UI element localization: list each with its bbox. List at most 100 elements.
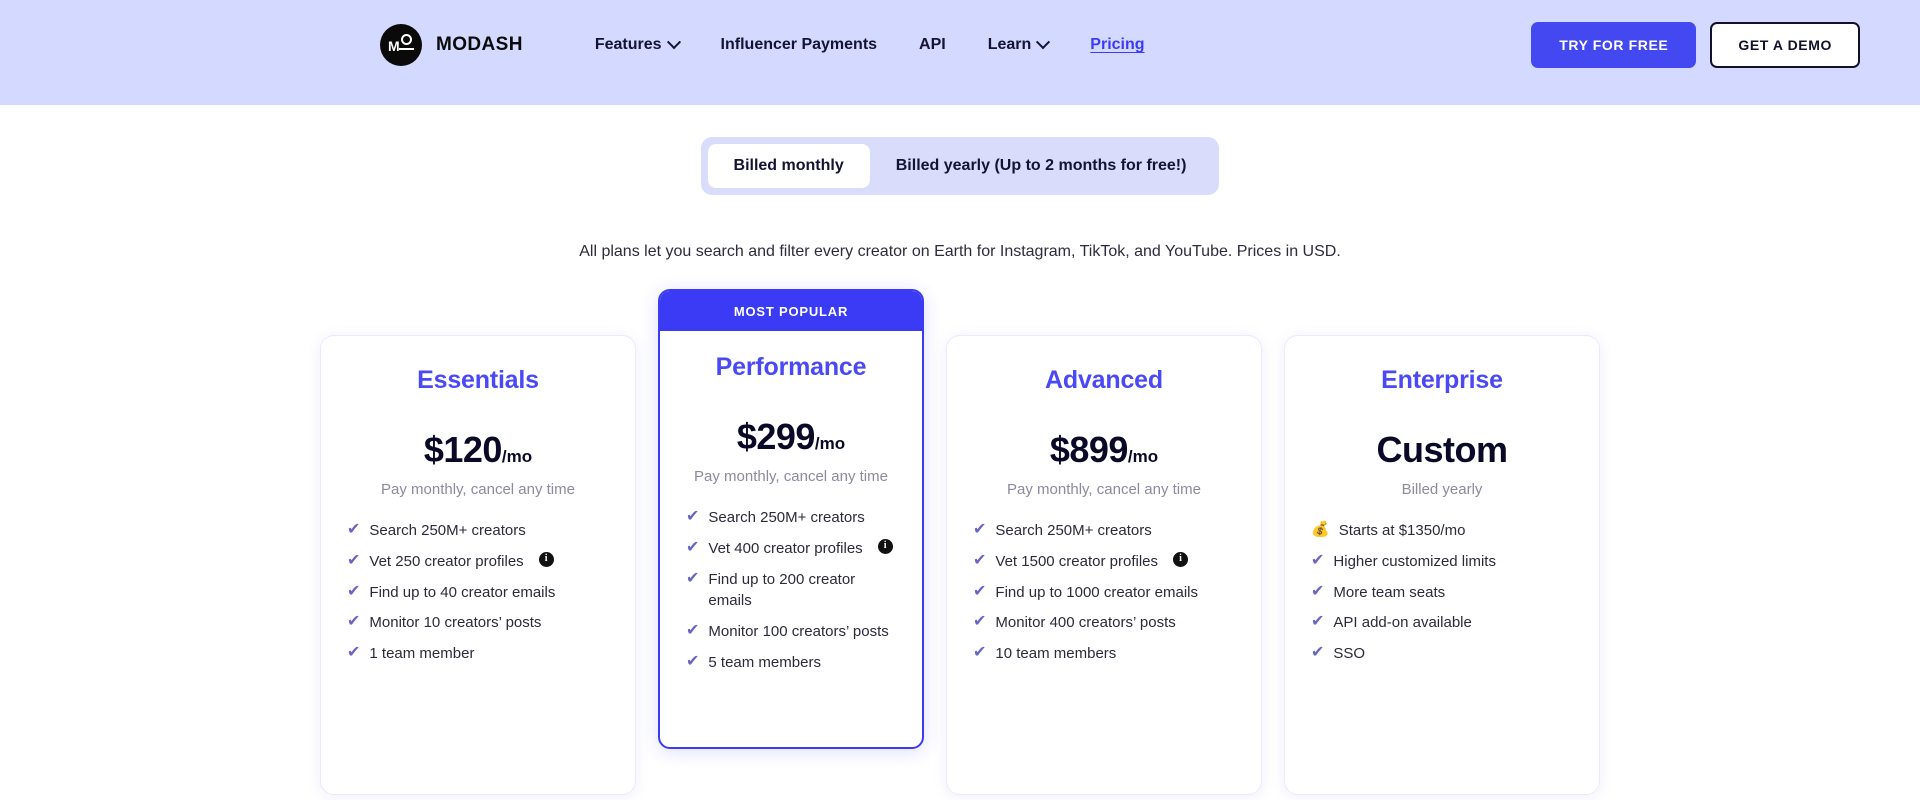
list-item: ✔ Find up to 40 creator emails [347,582,609,604]
plan-price-suffix: /mo [814,434,846,453]
plan-price-amount: Custom [1376,429,1509,470]
plan-name: Advanced [1045,366,1163,394]
feature-text: API add-on available [1333,614,1472,632]
list-item: 💰 Starts at $1350/mo [1311,520,1573,542]
check-icon: ✔ [1311,582,1325,600]
plan-price-note: Pay monthly, cancel any time [694,468,888,485]
nav-item-label: Influencer Payments [720,36,878,53]
modash-logo-icon: M [380,24,422,66]
pricing-card-enterprise: Enterprise Custom Billed yearly 💰 Starts… [1284,335,1600,795]
logo-letter-m: M [388,38,400,54]
check-icon: ✔ [1311,644,1325,661]
plan-price-note: Pay monthly, cancel any time [1007,481,1201,498]
header-actions: TRY FOR FREE GET A DEMO [1531,22,1860,68]
feature-text: Search 250M+ creators [369,522,526,539]
nav-item-features[interactable]: Features [594,30,681,60]
check-icon: ✔ [1311,613,1325,631]
info-icon[interactable]: i [1173,551,1189,567]
nav-item-learn[interactable]: Learn [987,30,1051,60]
check-icon: ✔ [973,582,987,600]
plan-price-suffix: /mo [1127,447,1159,466]
list-item: ✔ API add-on available [1311,612,1573,634]
main-nav: Features Influencer Payments API Learn P… [595,30,1531,60]
plan-price: $120/mo [347,429,609,471]
billing-period-toggle: Billed monthly Billed yearly (Up to 2 mo… [700,137,1220,195]
feature-text: Search 250M+ creators [995,522,1152,539]
toggle-billed-monthly[interactable]: Billed monthly [707,144,870,188]
plan-price: $899/mo [973,429,1235,471]
check-icon: ✔ [973,613,987,631]
list-item: ✔ Search 250M+ creators [686,507,896,529]
feature-text: Monitor 400 creators’ posts [995,614,1176,632]
feature-text: Find up to 40 creator emails [369,583,556,601]
money-bag-icon: 💰 [1311,521,1330,538]
list-item: ✔ Search 250M+ creators [347,520,609,542]
list-item: ✔ Higher customized limits [1311,551,1573,573]
list-item: ✔ Monitor 10 creators’ posts [347,612,609,634]
nav-item-influencer-payments[interactable]: Influencer Payments [721,30,878,60]
pricing-card-essentials: Essentials $120/mo Pay monthly, cancel a… [320,335,636,795]
nav-item-label: Features [594,36,662,53]
feature-text: Find up to 1000 creator emails [995,583,1199,601]
plan-price-suffix: /mo [501,447,533,466]
brand-logo[interactable]: M MODASH [380,24,523,66]
feature-text: Monitor 100 creators’ posts [708,623,889,640]
brand-name: MODASH [436,34,523,55]
list-item: ✔ Vet 400 creator profiles i [686,538,896,560]
most-popular-badge: MOST POPULAR [660,291,922,331]
plan-price-note: Billed yearly [1401,481,1483,498]
info-icon[interactable]: i [538,551,554,567]
chevron-down-icon [1036,35,1051,50]
feature-text: Starts at $1350/mo [1338,522,1466,539]
check-icon: ✔ [347,644,361,661]
plan-price-amount: $120 [423,429,503,470]
feature-text: Higher customized limits [1333,552,1496,570]
toggle-billed-yearly[interactable]: Billed yearly (Up to 2 months for free!) [870,144,1213,188]
plan-name: Performance [715,353,867,381]
check-icon: ✔ [347,613,361,631]
feature-text: Vet 250 creator profiles [369,552,524,570]
header-inner: M MODASH Features Influencer Payments AP… [0,14,1920,76]
feature-text: Find up to 200 creator emails [708,570,856,610]
list-item: ✔ 5 team members [686,652,896,674]
check-icon: ✔ [686,622,700,639]
feature-text: Vet 1500 creator profiles [995,552,1159,570]
nav-item-label: Pricing [1090,36,1145,53]
site-header: M MODASH Features Influencer Payments AP… [0,0,1920,105]
nav-item-pricing[interactable]: Pricing [1090,30,1144,60]
check-icon: ✔ [686,508,700,525]
try-for-free-button[interactable]: TRY FOR FREE [1531,22,1697,68]
logo-letter-o [401,34,412,45]
plan-price-note: Pay monthly, cancel any time [381,481,575,498]
plan-name: Essentials [417,366,539,394]
plan-feature-list: 💰 Starts at $1350/mo ✔ Higher customized… [1311,520,1573,665]
plan-price: Custom [1311,429,1573,471]
pricing-page-main: Billed monthly Billed yearly (Up to 2 mo… [0,105,1920,795]
check-icon: ✔ [973,521,987,538]
check-icon: ✔ [686,538,700,556]
nav-item-api[interactable]: API [919,30,946,60]
feature-text: SSO [1333,645,1366,662]
get-a-demo-button[interactable]: GET A DEMO [1710,22,1860,68]
feature-text: Search 250M+ creators [708,509,865,526]
pricing-cards: Essentials $120/mo Pay monthly, cancel a… [320,289,1600,795]
list-item: ✔ Search 250M+ creators [973,520,1235,542]
pricing-card-performance: MOST POPULAR Performance $299/mo Pay mon… [658,289,924,749]
plan-price: $299/mo [686,416,896,458]
check-icon: ✔ [347,582,361,600]
nav-item-label: Learn [987,36,1032,53]
feature-text: 5 team members [708,653,821,671]
logo-underline [399,48,414,50]
list-item: ✔ Monitor 400 creators’ posts [973,612,1235,634]
check-icon: ✔ [1311,551,1325,569]
plan-price-amount: $899 [1049,429,1129,470]
list-item: ✔ Find up to 1000 creator emails [973,582,1235,604]
check-icon: ✔ [686,569,700,587]
nav-item-label: API [919,36,946,53]
feature-text: 10 team members [995,645,1117,662]
plan-price-amount: $299 [736,416,816,457]
info-icon[interactable]: i [877,538,893,554]
list-item: ✔ 1 team member [347,643,609,665]
list-item: ✔ 10 team members [973,643,1235,665]
feature-text: Vet 400 creator profiles [708,539,863,557]
